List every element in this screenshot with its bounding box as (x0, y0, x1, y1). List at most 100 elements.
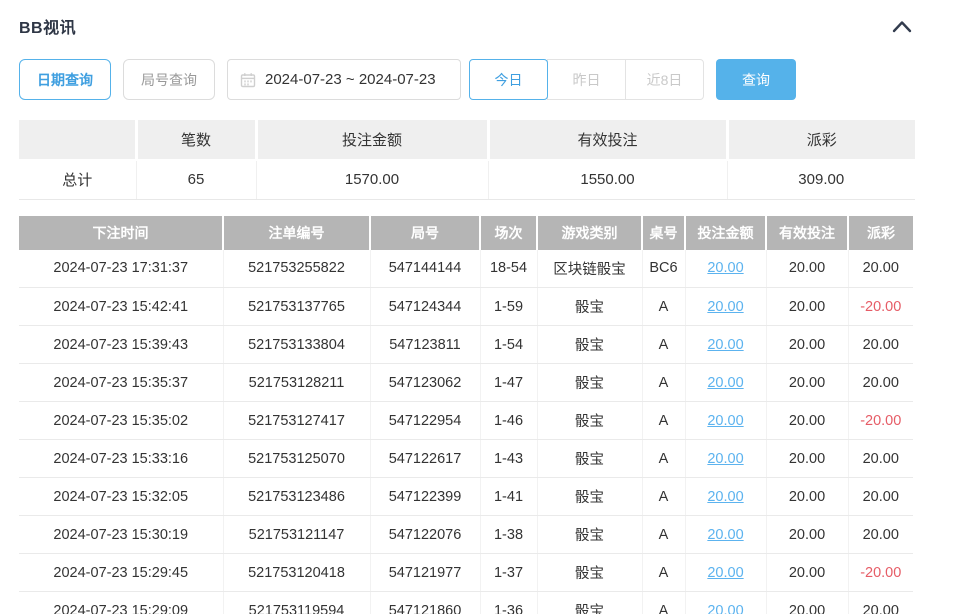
cell-bet-time: 2024-07-23 15:39:43 (19, 326, 223, 364)
cell-session: 1-36 (480, 592, 537, 614)
bet-amount-link[interactable]: 20.00 (707, 413, 743, 429)
cell-table-no: A (642, 364, 685, 402)
cell-bet-amount: 20.00 (685, 326, 766, 364)
cell-round-id: 547144144 (370, 250, 480, 288)
table-row: 2024-07-23 15:39:43521753133804547123811… (19, 326, 913, 364)
cell-valid-bet: 20.00 (766, 364, 848, 402)
cell-payout: 20.00 (848, 516, 913, 554)
bet-amount-link[interactable]: 20.00 (707, 299, 743, 315)
cell-table-no: A (642, 288, 685, 326)
cell-game-type: 骰宝 (537, 554, 642, 592)
cell-round-id: 547122399 (370, 478, 480, 516)
panel-header: BB视讯 (19, 14, 915, 38)
bet-amount-link[interactable]: 20.00 (707, 451, 743, 467)
cell-game-type: 骰宝 (537, 288, 642, 326)
cell-game-type: 骰宝 (537, 440, 642, 478)
cell-round-id: 547123811 (370, 326, 480, 364)
cell-valid-bet: 20.00 (766, 326, 848, 364)
cell-session: 1-46 (480, 402, 537, 440)
bet-amount-link[interactable]: 20.00 (707, 565, 743, 581)
summary-value-cell: 1550.00 (488, 160, 727, 199)
cell-valid-bet: 20.00 (766, 592, 848, 614)
cell-bet-time: 2024-07-23 15:33:16 (19, 440, 223, 478)
table-row: 2024-07-23 17:31:37521753255822547144144… (19, 250, 913, 288)
cell-bet-amount: 20.00 (685, 592, 766, 614)
cell-game-type: 骰宝 (537, 516, 642, 554)
cell-game-type: 骰宝 (537, 478, 642, 516)
cell-bet-id: 521753127417 (223, 402, 370, 440)
records-header-cell: 有效投注 (766, 216, 848, 250)
cell-payout: 20.00 (848, 440, 913, 478)
records-table: 下注时间注单编号局号场次游戏类别桌号投注金额有效投注派彩 2024-07-23 … (19, 216, 913, 614)
table-row: 2024-07-23 15:35:02521753127417547122954… (19, 402, 913, 440)
cell-bet-time: 2024-07-23 15:29:09 (19, 592, 223, 614)
chevron-up-icon (892, 20, 912, 33)
cell-bet-time: 2024-07-23 17:31:37 (19, 250, 223, 288)
cell-session: 1-43 (480, 440, 537, 478)
summary-header-cell: 派彩 (727, 120, 915, 160)
cell-bet-id: 521753119594 (223, 592, 370, 614)
cell-payout: 20.00 (848, 592, 913, 614)
records-header-cell: 游戏类别 (537, 216, 642, 250)
date-range-input[interactable]: 2024-07-23 ~ 2024-07-23 (227, 59, 461, 100)
cell-bet-amount: 20.00 (685, 288, 766, 326)
cell-bet-time: 2024-07-23 15:32:05 (19, 478, 223, 516)
date-query-button[interactable]: 日期查询 (19, 59, 111, 100)
cell-bet-time: 2024-07-23 15:29:45 (19, 554, 223, 592)
cell-bet-amount: 20.00 (685, 250, 766, 288)
cell-table-no: A (642, 440, 685, 478)
cell-session: 18-54 (480, 250, 537, 288)
records-body: 2024-07-23 17:31:37521753255822547144144… (19, 250, 913, 614)
cell-table-no: A (642, 554, 685, 592)
cell-bet-amount: 20.00 (685, 478, 766, 516)
records-header-cell: 局号 (370, 216, 480, 250)
cell-round-id: 547124344 (370, 288, 480, 326)
cell-round-id: 547122076 (370, 516, 480, 554)
cell-bet-id: 521753255822 (223, 250, 370, 288)
cell-bet-amount: 20.00 (685, 364, 766, 402)
cell-bet-time: 2024-07-23 15:35:37 (19, 364, 223, 402)
cell-bet-amount: 20.00 (685, 554, 766, 592)
cell-session: 1-54 (480, 326, 537, 364)
cell-bet-amount: 20.00 (685, 516, 766, 554)
bet-amount-link[interactable]: 20.00 (707, 603, 743, 614)
search-button[interactable]: 查询 (716, 59, 796, 100)
cell-bet-time: 2024-07-23 15:42:41 (19, 288, 223, 326)
tab-last8days[interactable]: 近8日 (625, 59, 704, 100)
cell-round-id: 547123062 (370, 364, 480, 402)
summary-header-cell: 有效投注 (488, 120, 727, 160)
cell-payout: -20.00 (848, 288, 913, 326)
cell-game-type: 骰宝 (537, 364, 642, 402)
cell-round-id: 547122954 (370, 402, 480, 440)
cell-payout: -20.00 (848, 554, 913, 592)
tab-today[interactable]: 今日 (469, 59, 548, 100)
collapse-button[interactable] (889, 16, 915, 36)
cell-bet-time: 2024-07-23 15:30:19 (19, 516, 223, 554)
records-header-row: 下注时间注单编号局号场次游戏类别桌号投注金额有效投注派彩 (19, 216, 913, 250)
table-row: 2024-07-23 15:29:09521753119594547121860… (19, 592, 913, 614)
bet-amount-link[interactable]: 20.00 (707, 260, 743, 276)
cell-payout: 20.00 (848, 326, 913, 364)
round-query-button[interactable]: 局号查询 (123, 59, 215, 100)
bet-amount-link[interactable]: 20.00 (707, 527, 743, 543)
bet-amount-link[interactable]: 20.00 (707, 337, 743, 353)
quick-range-group: 今日昨日近8日 (469, 59, 704, 100)
cell-session: 1-37 (480, 554, 537, 592)
summary-header-row: 笔数投注金额有效投注派彩 (19, 120, 915, 160)
bet-amount-link[interactable]: 20.00 (707, 375, 743, 391)
cell-table-no: A (642, 326, 685, 364)
bb-video-panel: BB视讯 日期查询 局号查询 (0, 0, 968, 614)
cell-payout: 20.00 (848, 478, 913, 516)
cell-session: 1-47 (480, 364, 537, 402)
tab-yesterday[interactable]: 昨日 (547, 59, 626, 100)
summary-header-cell (19, 120, 136, 160)
cell-payout: 20.00 (848, 250, 913, 288)
summary-table: 笔数投注金额有效投注派彩 总计651570.001550.00309.00 (19, 120, 915, 200)
bet-amount-link[interactable]: 20.00 (707, 489, 743, 505)
page-title: BB视讯 (19, 14, 76, 38)
records-header-cell: 注单编号 (223, 216, 370, 250)
cell-bet-id: 521753133804 (223, 326, 370, 364)
records-header-cell: 场次 (480, 216, 537, 250)
query-toolbar: 日期查询 局号查询 2024-07-23 ~ 2024-07-23 今日昨日近8… (19, 59, 968, 100)
cell-valid-bet: 20.00 (766, 478, 848, 516)
